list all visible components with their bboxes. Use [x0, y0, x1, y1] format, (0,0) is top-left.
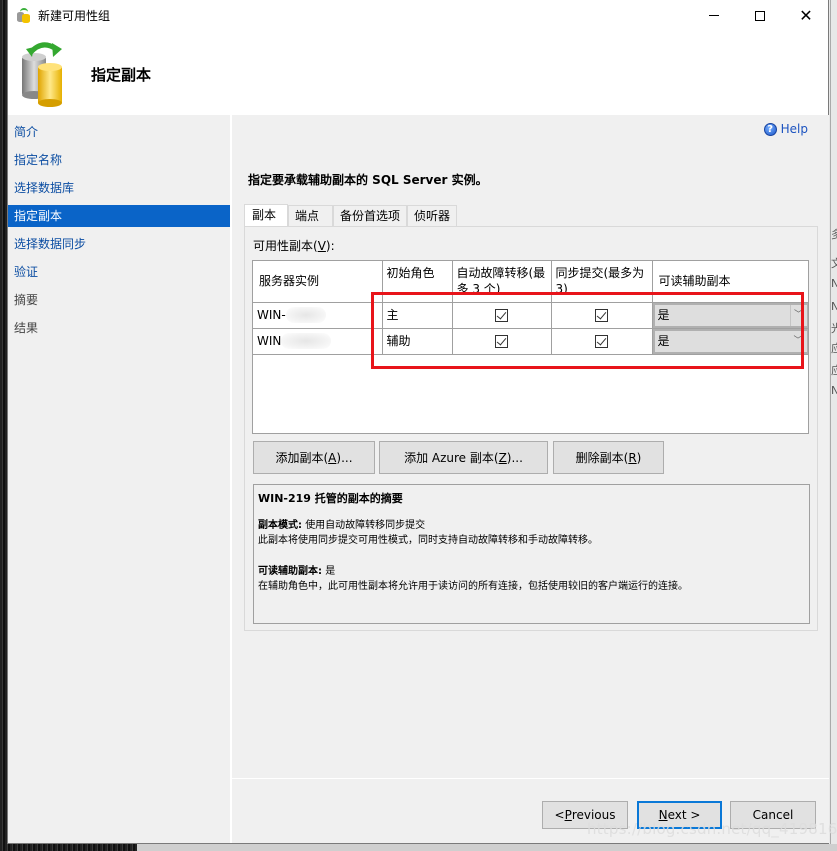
- chevron-down-icon: ﹀: [789, 304, 807, 326]
- sidebar-item-summary: 摘要: [14, 293, 39, 307]
- initial-role-cell: 辅助: [382, 328, 453, 355]
- add-azure-replica-button[interactable]: 添加 Azure 副本(Z)...: [379, 441, 548, 474]
- help-link[interactable]: ? Help: [763, 122, 808, 136]
- sync-commit-checkbox[interactable]: [595, 334, 608, 348]
- server-instance-cell: WIN: [253, 328, 383, 355]
- app-icon: [17, 7, 31, 23]
- previous-button[interactable]: < Previous: [542, 801, 628, 829]
- redacted-text: [285, 307, 326, 323]
- sidebar-item-intro[interactable]: 简介: [8, 121, 230, 143]
- close-button[interactable]: ✕: [783, 0, 829, 31]
- table-row[interactable]: WIN- 主 是 ﹀: [253, 302, 809, 329]
- availability-replicas-label: 可用性副本(V):: [253, 239, 335, 253]
- maximize-button[interactable]: [737, 0, 783, 31]
- initial-role-cell: 主: [382, 302, 453, 329]
- summary-title: WIN-219 托管的副本的摘要: [258, 492, 403, 505]
- question-icon: ?: [763, 122, 777, 136]
- column-auto-failover: 自动故障转移(最多 3 个): [452, 261, 552, 303]
- next-button[interactable]: Next >: [637, 801, 722, 829]
- tab-strip: 副本 端点 备份首选项 侦听器: [244, 204, 458, 227]
- sidebar-item-select-databases[interactable]: 选择数据库: [8, 177, 230, 199]
- summary-mode-line: 副本模式: 使用自动故障转移同步提交: [258, 520, 426, 531]
- readable-secondary-cell: 是 ﹀: [652, 328, 809, 355]
- database-sync-icon: [22, 42, 62, 107]
- summary-mode-description: 此副本将使用同步提交可用性模式，同时支持自动故障转移和手动故障转移。: [258, 535, 598, 546]
- tab-listener[interactable]: 侦听器: [407, 205, 458, 226]
- background-taskbar-edge: [137, 844, 837, 851]
- sidebar-item-specify-name[interactable]: 指定名称: [8, 149, 230, 171]
- help-label: Help: [780, 122, 808, 136]
- wizard-header: 指定副本: [8, 31, 828, 115]
- replicas-tab-panel: 可用性副本(V): 服务器实例 初始角色 自动故障转移(最多 3 个) 同步提交…: [244, 226, 818, 631]
- remove-replica-button[interactable]: 删除副本(R): [553, 441, 664, 474]
- sidebar-item-data-sync[interactable]: 选择数据同步: [8, 233, 230, 255]
- auto-failover-checkbox[interactable]: [495, 308, 508, 322]
- sync-commit-checkbox[interactable]: [595, 308, 608, 322]
- readable-secondary-dropdown[interactable]: 是 ﹀: [652, 328, 807, 353]
- sync-commit-cell: [551, 302, 653, 329]
- tab-backup-preferences[interactable]: 备份首选项: [333, 205, 408, 226]
- footer-divider: [232, 778, 829, 779]
- grid-header-row: 服务器实例 初始角色 自动故障转移(最多 3 个) 同步提交(最多为 3) 可读…: [253, 261, 809, 303]
- sidebar-item-validation[interactable]: 验证: [8, 261, 230, 283]
- chevron-down-icon: ﹀: [793, 335, 803, 346]
- maximize-icon: [755, 10, 765, 21]
- server-instance-cell: WIN-: [253, 302, 383, 329]
- wizard-window: 新建可用性组 ✕ 指定副本 简介 指定名称 选择数据库 指定副本 选择数据同步: [7, 0, 829, 844]
- wizard-steps-sidebar: 简介 指定名称 选择数据库 指定副本 选择数据同步 验证 摘要 结果: [8, 115, 230, 843]
- title-bar: 新建可用性组 ✕: [8, 0, 828, 31]
- tab-endpoints[interactable]: 端点: [288, 205, 334, 226]
- page-title: 指定副本: [91, 66, 152, 84]
- readable-secondary-dropdown[interactable]: 是 ﹀: [652, 302, 807, 327]
- instruction-text: 指定要承载辅助副本的 SQL Server 实例。: [248, 173, 488, 187]
- summary-readable-description: 在辅助角色中，此可用性副本将允许用于读访问的所有连接，包括使用较旧的客户端运行的…: [258, 581, 688, 592]
- sync-commit-cell: [551, 328, 653, 355]
- column-readable-secondary: 可读辅助副本: [652, 261, 809, 303]
- redacted-text: [281, 333, 332, 349]
- table-row[interactable]: WIN 辅助 是 ﹀: [253, 328, 809, 355]
- readable-secondary-cell: 是 ﹀: [652, 302, 809, 329]
- auto-failover-cell: [452, 328, 552, 355]
- auto-failover-cell: [452, 302, 552, 329]
- cancel-button[interactable]: Cancel: [730, 801, 816, 829]
- tab-replicas[interactable]: 副本: [244, 204, 289, 227]
- replicas-grid: 服务器实例 初始角色 自动故障转移(最多 3 个) 同步提交(最多为 3) 可读…: [252, 260, 809, 434]
- summary-readable-line: 可读辅助副本: 是: [258, 566, 336, 577]
- minimize-button[interactable]: [691, 0, 737, 31]
- column-server-instance: 服务器实例: [253, 261, 383, 303]
- sidebar-item-results: 结果: [14, 321, 39, 335]
- background-window-edge: 多 文 N N 光 应 应 N: [828, 0, 837, 851]
- column-sync-commit: 同步提交(最多为 3): [551, 261, 653, 303]
- close-icon: ✕: [799, 5, 813, 25]
- column-initial-role: 初始角色: [382, 261, 453, 303]
- add-replica-button[interactable]: 添加副本(A)...: [253, 441, 375, 474]
- window-title: 新建可用性组: [38, 9, 111, 23]
- sidebar-item-specify-replicas[interactable]: 指定副本: [8, 205, 230, 227]
- replica-summary-box: WIN-219 托管的副本的摘要 副本模式: 使用自动故障转移同步提交 此副本将…: [253, 484, 810, 624]
- minimize-icon: [709, 15, 719, 16]
- main-content: ? Help 指定要承载辅助副本的 SQL Server 实例。 副本 端点 备…: [232, 115, 829, 843]
- auto-failover-checkbox[interactable]: [495, 334, 508, 348]
